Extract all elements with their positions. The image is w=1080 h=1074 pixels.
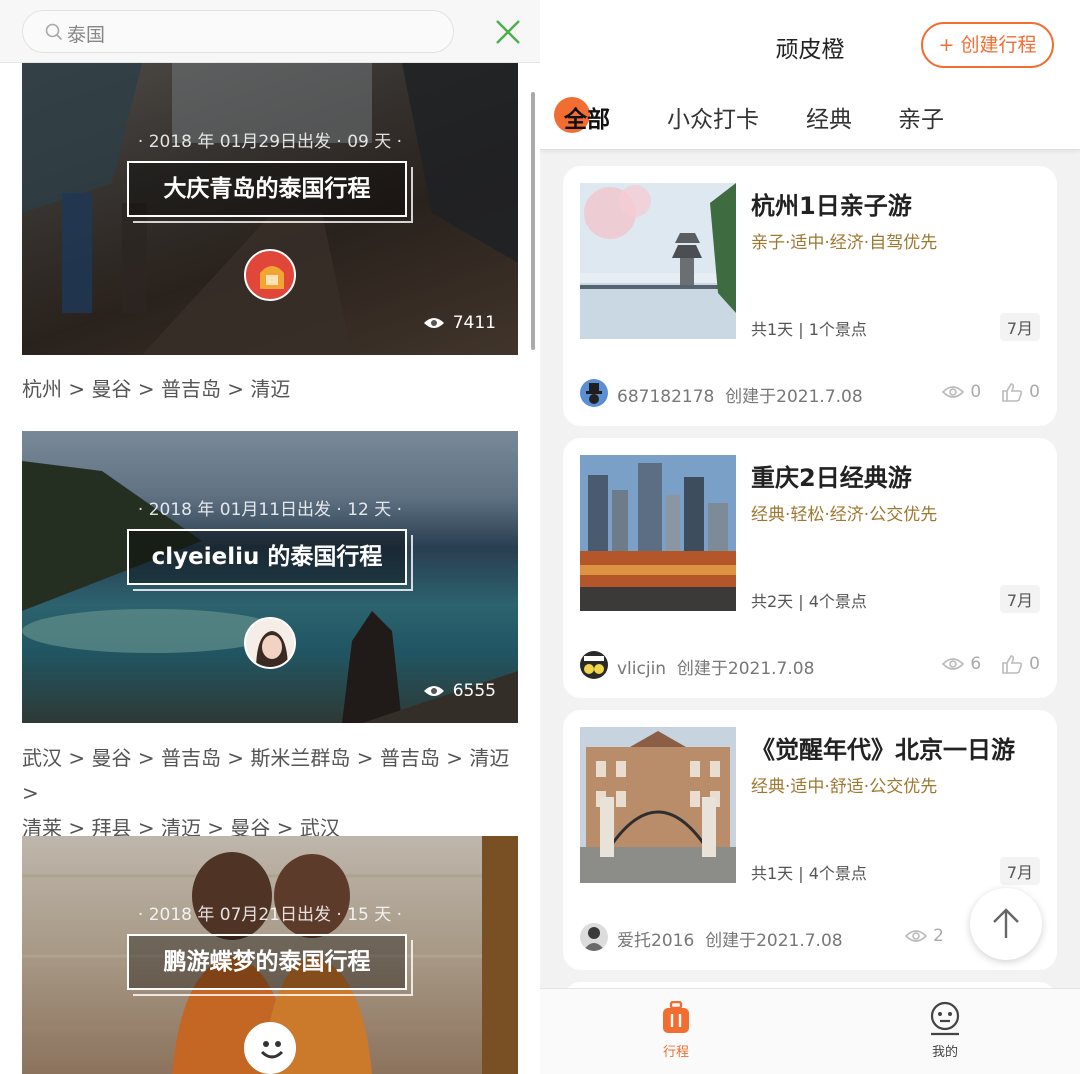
view-count: 2 — [933, 926, 944, 946]
nav-profile[interactable]: 我的 — [905, 1001, 985, 1060]
user-avatar[interactable] — [580, 923, 608, 951]
tab-niche-checkin[interactable]: 小众打卡 — [667, 100, 759, 134]
created-date: 创建于2021.7.08 — [676, 659, 815, 679]
tab-all[interactable]: 全部 — [564, 100, 610, 134]
app-header: 顽皮橙 + 创建行程 全部 小众打卡 经典 亲子 — [540, 0, 1080, 150]
search-input[interactable]: 泰国 — [22, 10, 454, 53]
username: vlicjin — [617, 659, 667, 679]
nav-label: 行程 — [662, 1045, 689, 1060]
view-count-value: 7411 — [452, 313, 496, 333]
trip-search-panel: 泰国 · 2018 年 01月29日出发 · 09 天 · 大庆青岛的泰国行程 — [0, 0, 540, 1074]
search-icon — [45, 23, 63, 41]
itinerary-tags: 亲子·适中·经济·自驾优先 — [751, 233, 938, 253]
created-date: 创建于2021.7.08 — [725, 387, 863, 407]
user-avatar[interactable] — [580, 651, 608, 679]
itinerary-stats: 6 0 — [942, 654, 1040, 674]
itinerary-tags: 经典·轻松·经济·公交优先 — [751, 505, 938, 525]
itinerary-author: 爱托2016 创建于2021.7.08 — [617, 926, 843, 951]
trip-title: 大庆青岛的泰国行程 — [163, 176, 371, 202]
trip-route: 武汉 > 曼谷 > 普吉岛 > 斯米兰群岛 > 普吉岛 > 清迈 > 清莱 > … — [22, 741, 522, 846]
trip-card-image[interactable]: · 2018 年 01月11日出发 · 12 天 · clyeieliu 的泰国… — [22, 431, 518, 723]
itinerary-footer: 687182178 创建于2021.7.08 0 0 — [580, 379, 1040, 409]
view-count-value: 6555 — [452, 681, 496, 701]
itinerary-month-badge: 7月 — [999, 857, 1040, 885]
top-hat-avatar-icon — [586, 383, 602, 404]
search-bar: 泰国 — [0, 0, 540, 63]
arrow-up-icon — [993, 908, 1019, 938]
user-photo-icon — [583, 927, 605, 951]
cartoon-avatar-icon — [584, 656, 604, 674]
author-avatar[interactable] — [244, 249, 296, 301]
eye-icon — [423, 318, 444, 328]
create-trip-button[interactable]: + 创建行程 — [921, 22, 1054, 68]
itinerary-title: 《觉醒年代》北京一日游 — [751, 736, 1015, 764]
close-icon[interactable] — [492, 16, 524, 48]
like-count: 0 — [1029, 654, 1040, 674]
like-count: 0 — [1029, 382, 1040, 402]
nav-itinerary[interactable]: 行程 — [636, 1000, 716, 1060]
itinerary-thumbnail — [580, 727, 736, 883]
eye-icon — [942, 386, 965, 398]
itinerary-summary: 共2天 | 4个景点 — [751, 592, 867, 611]
scroll-to-top-button[interactable] — [970, 888, 1042, 960]
pavilion-lake-image — [580, 183, 736, 339]
itinerary-panel: 顽皮橙 + 创建行程 全部 小众打卡 经典 亲子 杭州1日亲子游 亲子·适中·经… — [540, 0, 1080, 1074]
user-avatar[interactable] — [580, 379, 608, 407]
view-count: 6 — [970, 654, 982, 674]
itinerary-title: 杭州1日亲子游 — [751, 192, 912, 220]
trip-date: · 2018 年 01月29日出发 · 09 天 · — [137, 132, 403, 152]
trip-date: · 2018 年 01月11日出发 · 12 天 · — [137, 500, 403, 520]
view-count: 6555 — [423, 681, 496, 701]
itinerary-stats: 0 0 — [942, 382, 1040, 402]
eye-icon — [942, 658, 965, 670]
itinerary-month-badge: 7月 — [999, 313, 1040, 341]
itinerary-card[interactable]: 杭州1日亲子游 亲子·适中·经济·自驾优先 共1天 | 1个景点 7月 6871… — [563, 166, 1057, 426]
view-count: 0 — [970, 382, 982, 402]
created-date: 创建于2021.7.08 — [705, 931, 843, 951]
trip-title-box: 大庆青岛的泰国行程 — [127, 161, 413, 223]
bottom-tab-bar: 行程 我的 — [540, 988, 1080, 1074]
eye-icon — [423, 686, 444, 696]
itinerary-month-badge: 7月 — [999, 585, 1040, 613]
itinerary-title: 重庆2日经典游 — [751, 464, 912, 492]
thumbs-up-icon[interactable] — [1001, 654, 1023, 674]
itinerary-card[interactable]: 重庆2日经典游 经典·轻松·经济·公交优先 共2天 | 4个景点 7月 vlic… — [563, 438, 1057, 698]
trip-date: · 2018 年 07月21日出发 · 15 天 · — [137, 905, 403, 925]
tab-classic[interactable]: 经典 — [806, 100, 852, 134]
profile-face-icon — [930, 1001, 960, 1036]
thumbs-up-icon[interactable] — [1001, 382, 1023, 402]
scrollbar[interactable] — [531, 92, 535, 350]
itinerary-author: vlicjin 创建于2021.7.08 — [617, 654, 814, 679]
nav-label: 我的 — [931, 1045, 958, 1060]
username: 爱托2016 — [617, 931, 695, 951]
trip-card-image[interactable]: · 2018 年 07月21日出发 · 15 天 · 鹏游蝶梦的泰国行程 — [22, 836, 518, 1074]
itinerary-thumbnail — [580, 183, 736, 339]
historic-building-image — [580, 727, 736, 883]
author-avatar[interactable] — [244, 617, 296, 669]
trip-route: 杭州 > 曼谷 > 普吉岛 > 清迈 — [22, 377, 291, 401]
trip-title: 鹏游蝶梦的泰国行程 — [163, 949, 371, 975]
trip-title-box: 鹏游蝶梦的泰国行程 — [127, 934, 413, 996]
itinerary-author: 687182178 创建于2021.7.08 — [617, 382, 863, 407]
trip-title: clyeieliu 的泰国行程 — [151, 544, 383, 570]
itinerary-thumbnail — [580, 455, 736, 611]
chongqing-skyline-image — [580, 455, 736, 611]
trip-route-line: 武汉 > 曼谷 > 普吉岛 > 斯米兰群岛 > 普吉岛 > 清迈 > — [22, 746, 510, 805]
username: 687182178 — [617, 387, 715, 407]
eye-icon — [905, 930, 928, 942]
luggage-icon — [663, 1000, 689, 1033]
search-query: 泰国 — [67, 24, 106, 46]
view-count: 7411 — [423, 313, 496, 333]
itinerary-summary: 共1天 | 1个景点 — [751, 320, 867, 339]
tab-family[interactable]: 亲子 — [898, 100, 944, 134]
trip-title-box: clyeieliu 的泰国行程 — [127, 529, 413, 591]
itinerary-summary: 共1天 | 4个景点 — [751, 864, 867, 883]
trip-card-image[interactable]: · 2018 年 01月29日出发 · 09 天 · 大庆青岛的泰国行程 741… — [22, 63, 518, 355]
author-avatar[interactable] — [244, 1022, 296, 1074]
itinerary-tags: 经典·适中·舒适·公交优先 — [751, 777, 938, 797]
itinerary-footer: vlicjin 创建于2021.7.08 6 0 — [580, 651, 1040, 681]
